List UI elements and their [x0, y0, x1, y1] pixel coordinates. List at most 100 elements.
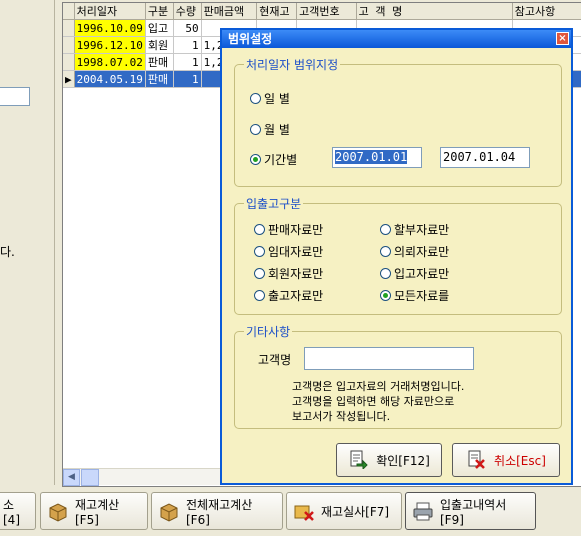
left-panel-text: 다. [0, 245, 15, 259]
cell-date[interactable]: 1996.12.10 [74, 36, 146, 54]
cell-date[interactable]: 1996.10.09 [74, 19, 146, 37]
radio-member-only-label: 회원자료만 [268, 267, 324, 281]
col-header-date[interactable]: 처리일자 [74, 3, 146, 20]
row-indicator [63, 36, 75, 54]
col-header-amount[interactable]: 판매금액 [201, 3, 258, 20]
date-from-field[interactable]: 2007.01.01 [332, 147, 422, 168]
cell-qty[interactable]: 1 [173, 70, 202, 88]
radio-installment-only[interactable]: 할부자료만 [380, 221, 449, 238]
radio-daily-circle[interactable] [250, 93, 261, 104]
col-header-type[interactable]: 구분 [145, 3, 174, 20]
radio-receiving-only[interactable]: 입고자료만 [380, 265, 449, 282]
horizontal-scrollbar[interactable]: ◀ [63, 468, 221, 486]
printer-icon [412, 500, 434, 522]
io-report-label: 입출고내역서[F9] [440, 497, 507, 527]
stock-audit-label: 재고실사[F7] [321, 504, 390, 519]
cell-type[interactable]: 회원 [145, 36, 174, 54]
toolbar-button-4-label: 소[4] [3, 497, 20, 527]
row-indicator [63, 53, 75, 71]
col-header-note[interactable]: 참고사항 [512, 3, 581, 20]
cell-qty[interactable]: 1 [173, 36, 202, 54]
col-header-stock[interactable]: 현재고 [256, 3, 298, 20]
radio-sales-only-label: 판매자료만 [268, 223, 324, 237]
dialog-title: 범위설정 [228, 32, 273, 46]
radio-request-only[interactable]: 의뢰자료만 [380, 243, 449, 260]
radio-receiving-only-circle[interactable] [380, 268, 391, 279]
close-icon[interactable]: × [556, 32, 569, 45]
radio-daily[interactable]: 일 별 [250, 90, 290, 107]
customer-name-input[interactable] [304, 347, 474, 370]
radio-request-only-label: 의뢰자료만 [394, 245, 450, 259]
radio-request-only-circle[interactable] [380, 246, 391, 257]
row-indicator-header [63, 3, 75, 20]
left-input-field[interactable] [0, 87, 30, 106]
cell-date[interactable]: 1998.07.02 [74, 53, 146, 71]
radio-installment-only-circle[interactable] [380, 224, 391, 235]
radio-all-data[interactable]: 모든자료를 [380, 287, 449, 304]
radio-sales-only-circle[interactable] [254, 224, 265, 235]
box-icon [47, 500, 69, 522]
stock-calc-label: 재고계산[F5] [75, 497, 120, 527]
radio-shipping-only[interactable]: 출고자료만 [254, 287, 323, 304]
confirm-icon [348, 449, 368, 472]
row-indicator [63, 19, 75, 37]
cell-qty[interactable]: 1 [173, 53, 202, 71]
date-range-group-title: 처리일자 범위지정 [244, 56, 341, 73]
confirm-button[interactable]: 확인[F12] [336, 443, 442, 477]
customer-name-label: 고객명 [258, 353, 292, 367]
scroll-thumb[interactable] [81, 469, 99, 486]
radio-member-only-circle[interactable] [254, 268, 265, 279]
radio-installment-only-label: 할부자료만 [394, 223, 450, 237]
etc-group-title: 기타사항 [244, 323, 293, 340]
radio-member-only[interactable]: 회원자료만 [254, 265, 323, 282]
cell-qty[interactable]: 50 [173, 19, 202, 37]
radio-receiving-only-label: 입고자료만 [394, 267, 450, 281]
cell-type[interactable]: 판매 [145, 70, 174, 88]
all-stock-calc-button[interactable]: 전체재고계산[F6] [151, 492, 283, 530]
radio-daily-label: 일 별 [264, 92, 290, 106]
grid-header-row: 처리일자 구분 수량 판매금액 현재고 고객번호 고 객 명 참고사항 [63, 3, 581, 20]
cell-type[interactable]: 입고 [145, 19, 174, 37]
all-stock-calc-label: 전체재고계산[F6] [186, 497, 253, 527]
stock-audit-button[interactable]: 재고실사[F7] [286, 492, 402, 530]
radio-all-data-label: 모든자료를 [394, 289, 450, 303]
cell-date[interactable]: 2004.05.19 [74, 70, 146, 88]
radio-shipping-only-circle[interactable] [254, 290, 265, 301]
stock-audit-icon [293, 500, 315, 522]
col-header-cust-name[interactable]: 고 객 명 [356, 3, 513, 20]
radio-rental-only-circle[interactable] [254, 246, 265, 257]
radio-rental-only-label: 임대자료만 [268, 245, 324, 259]
radio-monthly-label: 월 별 [264, 123, 290, 137]
io-type-group-title: 입출고구분 [244, 195, 304, 212]
radio-rental-only[interactable]: 임대자료만 [254, 243, 323, 260]
radio-monthly[interactable]: 월 별 [250, 121, 290, 138]
radio-period[interactable]: 기간별 [250, 151, 297, 168]
date-to-field[interactable]: 2007.01.04 [440, 147, 530, 168]
date-from-value: 2007.01.01 [335, 150, 408, 164]
box-icon [158, 500, 180, 522]
confirm-label: 확인[F12] [376, 453, 430, 468]
radio-sales-only[interactable]: 판매자료만 [254, 221, 323, 238]
cancel-label: 취소[Esc] [494, 453, 546, 468]
io-report-button[interactable]: 입출고내역서[F9] [405, 492, 536, 530]
col-header-cust-no[interactable]: 고객번호 [296, 3, 357, 20]
radio-period-label: 기간별 [264, 153, 298, 167]
radio-period-circle[interactable] [250, 154, 261, 165]
radio-shipping-only-label: 출고자료만 [268, 289, 324, 303]
range-settings-dialog: 범위설정 × 처리일자 범위지정 일 별 월 별 기간별 2007.01.01 … [220, 28, 573, 485]
scroll-left-arrow-icon[interactable]: ◀ [63, 469, 80, 486]
toolbar-button-4[interactable]: 소[4] [0, 492, 36, 530]
cancel-button[interactable]: 취소[Esc] [452, 443, 560, 477]
etc-note-line-2: 고객명을 입력하면 해당 자료만으로 [292, 395, 455, 408]
radio-all-data-circle[interactable] [380, 290, 391, 301]
cell-type[interactable]: 판매 [145, 53, 174, 71]
current-row-arrow-icon: ▶ [63, 70, 75, 88]
stock-calc-button[interactable]: 재고계산[F5] [40, 492, 148, 530]
date-to-value: 2007.01.04 [443, 150, 516, 164]
col-header-qty[interactable]: 수량 [173, 3, 202, 20]
radio-monthly-circle[interactable] [250, 124, 261, 135]
cancel-icon [466, 449, 486, 472]
dialog-titlebar[interactable]: 범위설정 [222, 30, 571, 48]
etc-note-line-3: 보고서가 작성됩니다. [292, 410, 391, 423]
etc-note-line-1: 고객명은 입고자료의 거래처명입니다. [292, 380, 465, 393]
